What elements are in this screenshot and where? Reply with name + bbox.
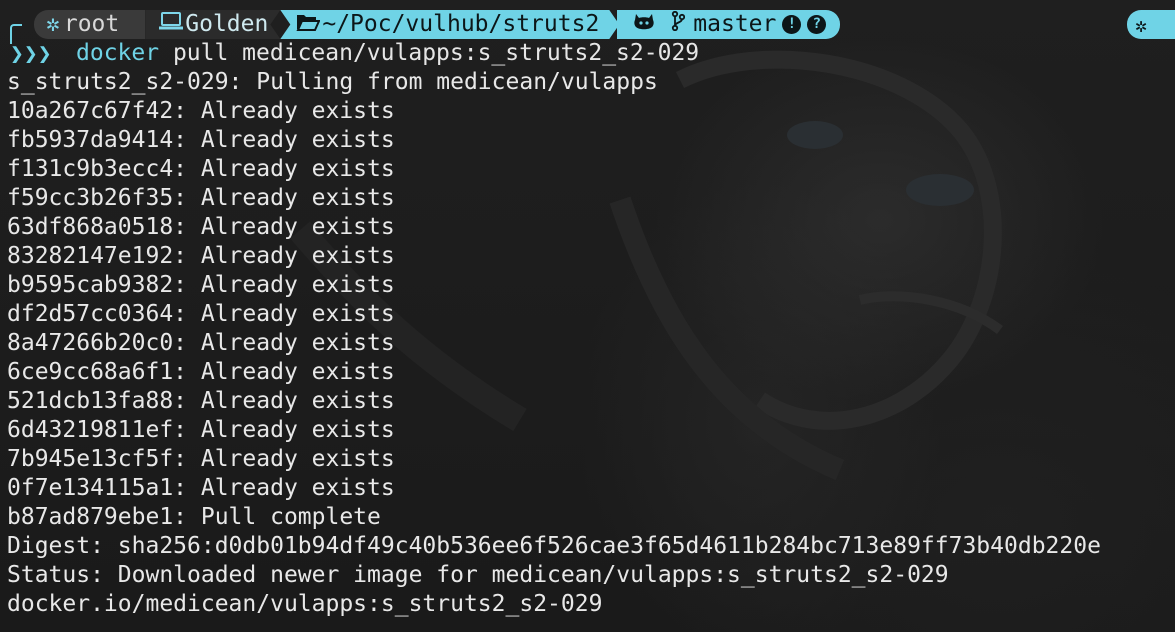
command-output: s_struts2_s2-029: Pulling from medicean/… <box>7 68 1101 619</box>
terminal-window[interactable]: ✲ root Golden ~/Poc/vulhub/struts2 maste… <box>0 0 1175 632</box>
folder-open-icon <box>296 10 320 39</box>
output-line: fb5937da9414: Already exists <box>7 127 395 153</box>
prompt-host-segment: Golden <box>145 10 280 39</box>
gear-icon: ✲ <box>1135 12 1148 37</box>
output-line: 8a47266b20c0: Already exists <box>7 330 395 356</box>
output-line: 63df868a0518: Already exists <box>7 214 395 240</box>
output-line: b87ad879ebe1: Pull complete <box>7 504 381 530</box>
prompt-branch: master <box>693 11 777 37</box>
output-line: 10a267c67f42: Already exists <box>7 98 395 124</box>
right-prompt-segment: ✲ <box>1127 10 1175 39</box>
prompt-user: root <box>63 11 120 37</box>
gear-icon: ✲ <box>46 11 60 37</box>
output-line: 6ce9cc68a6f1: Already exists <box>7 359 395 385</box>
git-branch-icon <box>671 10 686 39</box>
output-line: 83282147e192: Already exists <box>7 243 395 269</box>
output-line: s_struts2_s2-029: Pulling from medicean/… <box>7 69 658 95</box>
output-line: df2d57cc0364: Already exists <box>7 301 395 327</box>
output-line: Digest: sha256:d0db01b94df49c40b536ee6f5… <box>7 533 1101 559</box>
output-line: f131c9b3ecc4: Already exists <box>7 156 395 182</box>
question-circle-icon: ? <box>807 15 827 34</box>
prompt-arrow: ❯❯❯ <box>10 41 52 67</box>
output-line: 0f7e134115a1: Already exists <box>7 475 395 501</box>
output-line: b9595cab9382: Already exists <box>7 272 395 298</box>
prompt-path: ~/Poc/vulhub/struts2 <box>322 11 600 37</box>
prompt-status-bar: ✲ root Golden ~/Poc/vulhub/struts2 maste… <box>34 10 841 39</box>
output-line: docker.io/medicean/vulapps:s_struts2_s2-… <box>7 591 603 617</box>
output-line: 6d43219811ef: Already exists <box>7 417 395 443</box>
github-icon <box>633 10 655 39</box>
laptop-icon <box>159 10 183 39</box>
exclamation-circle-icon: ! <box>782 15 802 34</box>
prompt-git-segment: master ! ? <box>617 10 841 39</box>
output-line: 7b945e13cf5f: Already exists <box>7 446 395 472</box>
prompt-host: Golden <box>185 11 269 37</box>
command-line[interactable]: docker pull medicean/vulapps:s_struts2_s… <box>76 39 699 68</box>
output-line: Status: Downloaded newer image for medic… <box>7 562 949 588</box>
output-line: 521dcb13fa88: Already exists <box>7 388 395 414</box>
command-program: docker <box>76 40 160 66</box>
prompt-user-segment: ✲ root <box>34 10 146 39</box>
output-line: f59cc3b26f35: Already exists <box>7 185 395 211</box>
command-args: pull medicean/vulapps:s_struts2_s2-029 <box>159 40 700 66</box>
prompt-path-segment: ~/Poc/vulhub/struts2 <box>280 10 619 39</box>
